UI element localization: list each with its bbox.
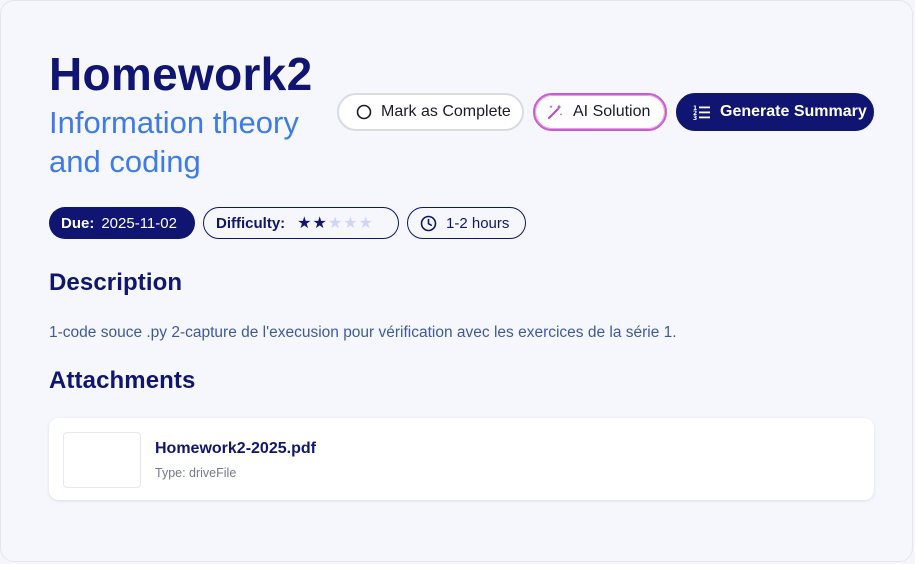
ai-solution-button[interactable]: AI Solution (533, 93, 667, 131)
generate-summary-button[interactable]: 1 2 3 Generate Summary (676, 93, 874, 131)
difficulty-badge: Difficulty: ★★★★★ (203, 207, 399, 239)
description-heading: Description (49, 269, 183, 296)
attachments-heading: Attachments (49, 367, 196, 394)
star-empty-icon: ★ (327, 215, 343, 232)
star-filled-icon: ★ (312, 215, 327, 232)
attachment-thumbnail[interactable] (63, 432, 141, 488)
due-value: 2025-11-02 (101, 214, 177, 232)
ai-solution-label: AI Solution (573, 103, 651, 120)
course-name: Information theory and coding (49, 105, 299, 179)
difficulty-label: Difficulty: (216, 214, 286, 232)
time-estimate-badge: 1-2 hours (407, 207, 526, 239)
difficulty-stars: ★★★★★ (297, 213, 374, 233)
attachment-name[interactable]: Homework2-2025.pdf (155, 440, 316, 458)
due-date-badge: Due: 2025-11-02 (49, 207, 195, 239)
assignment-card: Homework2 Information theory and coding … (0, 0, 913, 562)
description-text: 1-code souce .py 2-capture de l'execusio… (49, 324, 677, 341)
clock-icon (420, 215, 437, 232)
assignment-title: Homework2 (49, 48, 313, 100)
list-icon: 1 2 3 (693, 104, 711, 120)
star-filled-icon: ★ (297, 215, 312, 232)
star-empty-icon: ★ (358, 215, 373, 232)
magic-wand-icon (546, 103, 564, 121)
svg-text:3: 3 (693, 115, 697, 120)
circle-outline-icon (356, 104, 372, 120)
mark-complete-button[interactable]: Mark as Complete (337, 93, 524, 131)
time-estimate-value: 1-2 hours (446, 214, 510, 232)
due-label: Due: (61, 214, 95, 232)
generate-summary-label: Generate Summary (720, 103, 867, 120)
star-empty-icon: ★ (343, 215, 358, 232)
mark-complete-label: Mark as Complete (381, 103, 511, 120)
attachment-item[interactable]: Homework2-2025.pdf Type: driveFile (49, 418, 874, 500)
attachment-type: Type: driveFile (155, 466, 237, 480)
